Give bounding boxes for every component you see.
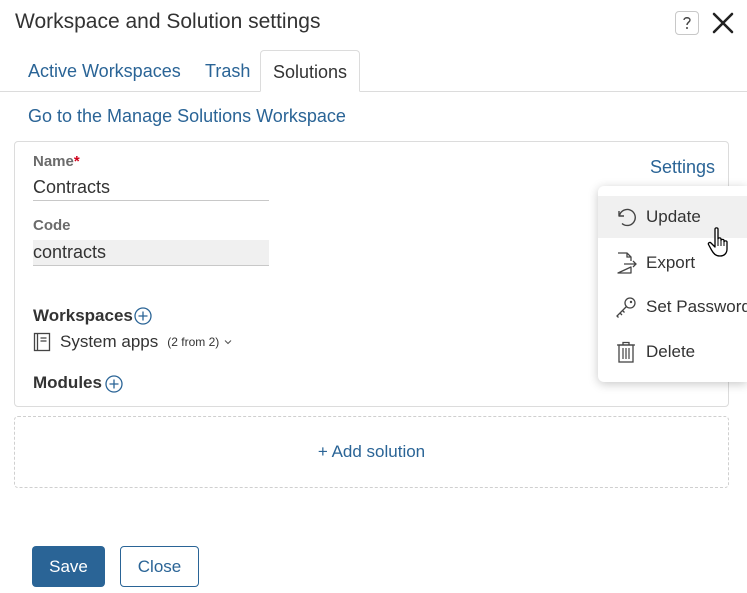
- workspace-count: (2 from 2): [167, 335, 220, 349]
- tab-solutions[interactable]: Solutions: [260, 50, 360, 92]
- tab-trash[interactable]: Trash: [205, 50, 250, 92]
- workspaces-label: Workspaces: [33, 306, 133, 325]
- undo-icon: [618, 208, 636, 227]
- question-mark-icon: [683, 17, 691, 29]
- menu-item-label: Export: [646, 253, 696, 272]
- menu-item-set-password[interactable]: Set Password: [598, 286, 747, 328]
- key-icon: [616, 297, 636, 318]
- settings-link[interactable]: Settings: [650, 157, 715, 178]
- workspace-item[interactable]: System apps (2 from 2): [33, 331, 233, 353]
- add-solution-button[interactable]: + Add solution: [14, 416, 729, 488]
- menu-item-label: Delete: [646, 342, 696, 361]
- add-module-plus-icon[interactable]: [105, 375, 123, 393]
- code-field: contracts: [33, 240, 269, 266]
- close-icon[interactable]: [710, 10, 736, 36]
- tab-bar: Active Workspaces Trash Solutions: [0, 50, 747, 92]
- save-button[interactable]: Save: [32, 546, 105, 587]
- export-file-icon: [617, 252, 637, 274]
- workspace-name: System apps: [60, 332, 159, 351]
- chevron-down-icon[interactable]: [223, 337, 233, 347]
- name-label: Name*: [33, 153, 80, 170]
- book-icon: [33, 332, 51, 352]
- menu-item-label: Set Password: [646, 297, 747, 316]
- required-mark: *: [73, 153, 80, 170]
- code-label: Code: [33, 217, 71, 234]
- settings-dropdown-menu: Update Export Set Password Delete: [598, 186, 747, 382]
- dialog-title: Workspace and Solution settings: [15, 10, 321, 33]
- modules-label: Modules: [33, 373, 102, 392]
- close-button[interactable]: Close: [120, 546, 199, 587]
- add-workspace-plus-icon[interactable]: [134, 307, 152, 325]
- help-button[interactable]: [675, 11, 699, 35]
- hand-pointer-icon: [707, 227, 728, 257]
- menu-item-delete[interactable]: Delete: [598, 331, 747, 373]
- trash-icon: [617, 341, 635, 363]
- menu-item-label: Update: [646, 207, 701, 226]
- tab-active-workspaces[interactable]: Active Workspaces: [28, 50, 181, 92]
- name-field[interactable]: Contracts: [33, 175, 269, 201]
- manage-solutions-link[interactable]: Go to the Manage Solutions Workspace: [28, 106, 346, 127]
